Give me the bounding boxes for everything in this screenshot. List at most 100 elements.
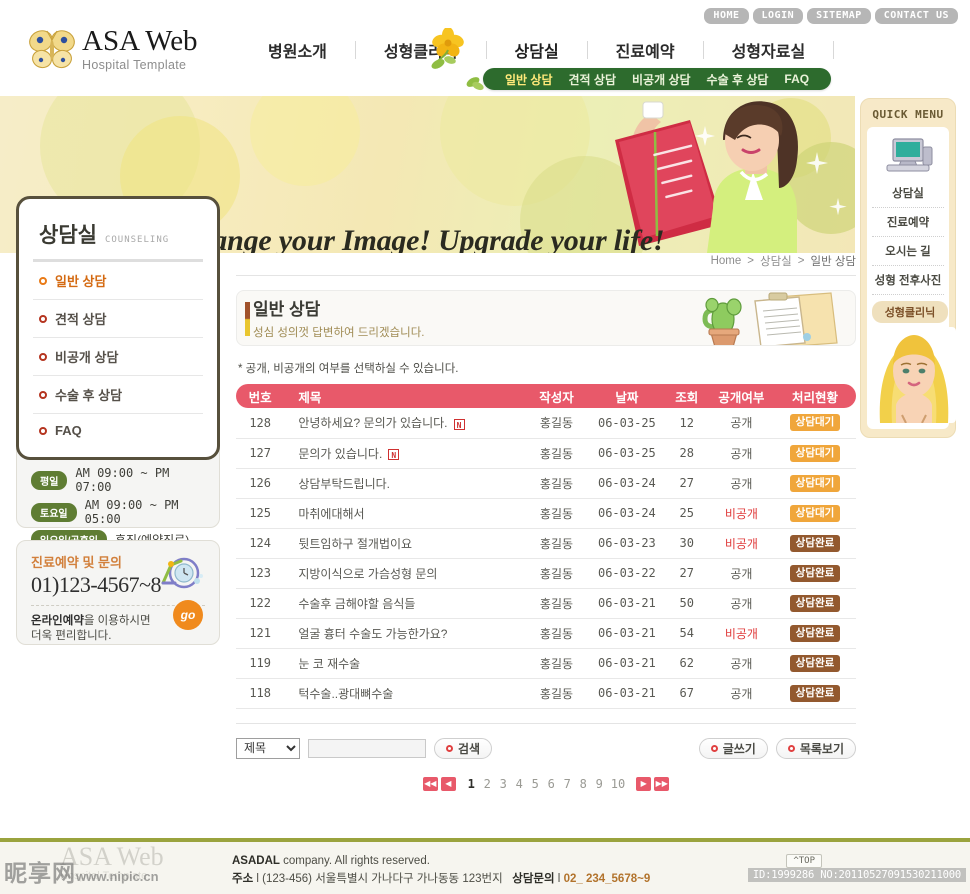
utility-link-contact[interactable]: CONTACT US: [875, 8, 958, 24]
post-title-link[interactable]: 문의가 있습니다.: [298, 447, 382, 461]
status-badge: 상담완료: [790, 655, 841, 672]
cell-title[interactable]: 문의가 있습니다.N: [284, 438, 524, 468]
subnav-item-general[interactable]: 일반 상담: [497, 71, 561, 88]
gnb-item-hospital[interactable]: 병원소개: [240, 38, 355, 62]
table-row[interactable]: 118턱수술..광대뼈수술홍길동06-03-2167공개상담완료: [236, 678, 856, 708]
subnav-item-postop[interactable]: 수술 후 상담: [699, 71, 777, 88]
post-title-link[interactable]: 안녕하세요? 문의가 있습니다.: [298, 416, 447, 430]
quick-link-counseling[interactable]: 상담실: [872, 179, 944, 208]
go-button[interactable]: go: [173, 600, 203, 630]
cell-date: 06-03-24: [589, 498, 665, 528]
lnb-item-private[interactable]: 비공개 상담: [33, 338, 203, 376]
post-title-link[interactable]: 마취에대해서: [298, 507, 364, 521]
gnb-item-reservation[interactable]: 진료예약: [588, 38, 703, 62]
table-row[interactable]: 122수술후 금해야할 음식들홍길동06-03-2150공개상담완료: [236, 588, 856, 618]
page-next-button[interactable]: ▶: [636, 777, 651, 791]
page-number[interactable]: 3: [497, 777, 510, 791]
lnb-label: 비공개 상담: [55, 347, 118, 366]
gnb-item-archive[interactable]: 성형자료실: [704, 38, 834, 62]
cell-hits: 12: [665, 408, 709, 438]
table-row[interactable]: 125마취에대해서홍길동06-03-2425비공개상담대기: [236, 498, 856, 528]
table-row[interactable]: 121얼굴 흉터 수술도 가능한가요?홍길동06-03-2154비공개상담완료: [236, 618, 856, 648]
gnb-item-counseling[interactable]: 상담실: [487, 38, 587, 62]
page-number[interactable]: 8: [577, 777, 590, 791]
breadcrumb-level1[interactable]: 상담실: [760, 253, 792, 269]
breadcrumb-home[interactable]: Home: [711, 255, 742, 267]
post-title-link[interactable]: 상담부탁드립니다.: [298, 477, 390, 491]
lnb-item-postop[interactable]: 수술 후 상담: [33, 376, 203, 414]
footer-inquiry-tel: 02_ 234_5678~9: [564, 873, 651, 885]
cell-writer: 홍길동: [524, 468, 589, 498]
subnav-item-estimate[interactable]: 견적 상담: [561, 71, 625, 88]
subnav-item-faq[interactable]: FAQ: [776, 72, 817, 86]
lnb-item-faq[interactable]: FAQ: [33, 414, 203, 447]
page-first-button[interactable]: ◀◀: [423, 777, 438, 791]
table-row[interactable]: 127문의가 있습니다.N홍길동06-03-2528공개상담대기: [236, 438, 856, 468]
cell-open: 공개: [709, 468, 774, 498]
quick-link-beforeafter[interactable]: 성형 전후사진: [872, 266, 944, 295]
post-title-link[interactable]: 눈 코 재수술: [298, 657, 360, 671]
search-button-label: 검색: [458, 740, 480, 757]
lnb-item-general[interactable]: 일반 상담: [33, 262, 203, 300]
lnb-item-estimate[interactable]: 견적 상담: [33, 300, 203, 338]
post-title-link[interactable]: 수술후 금해야할 음식들: [298, 597, 415, 611]
leaf-icon: [465, 70, 487, 92]
lnb-label: 수술 후 상담: [55, 385, 122, 404]
utility-link-sitemap[interactable]: SITEMAP: [807, 8, 871, 24]
page-number[interactable]: 2: [481, 777, 494, 791]
quick-menu-illustration: [872, 327, 956, 423]
search-field-select[interactable]: 제목내용작성자: [236, 738, 300, 759]
open-status-label: 공개: [730, 657, 752, 671]
cell-title[interactable]: 지방이식으로 가슴성형 문의: [284, 558, 524, 588]
post-title-link[interactable]: 뒷트임하구 절개법이요: [298, 537, 412, 551]
page-number[interactable]: 5: [529, 777, 542, 791]
cell-date: 06-03-21: [589, 618, 665, 648]
post-title-link[interactable]: 얼굴 흉터 수술도 가능한가요?: [298, 627, 447, 641]
subnav-item-private[interactable]: 비공개 상담: [624, 71, 699, 88]
page-number[interactable]: 9: [593, 777, 606, 791]
table-row[interactable]: 119눈 코 재수술홍길동06-03-2162공개상담완료: [236, 648, 856, 678]
cell-title[interactable]: 뒷트임하구 절개법이요: [284, 528, 524, 558]
wheelchair-clock-icon: [151, 549, 205, 591]
watermark-site: 昵享网www.nipic.cn: [4, 854, 159, 888]
cell-title[interactable]: 수술후 금해야할 음식들: [284, 588, 524, 618]
page-prev-button[interactable]: ◀: [441, 777, 456, 791]
utility-link-login[interactable]: LOGIN: [753, 8, 804, 24]
table-row[interactable]: 124뒷트임하구 절개법이요홍길동06-03-2330비공개상담완료: [236, 528, 856, 558]
scroll-to-top-button[interactable]: ^TOP: [786, 854, 822, 868]
page-last-button[interactable]: ▶▶: [654, 777, 669, 791]
quick-link-reservation[interactable]: 진료예약: [872, 208, 944, 237]
cell-title[interactable]: 눈 코 재수술: [284, 648, 524, 678]
search-input[interactable]: [308, 739, 426, 758]
post-title-link[interactable]: 지방이식으로 가슴성형 문의: [298, 567, 437, 581]
gnb-item-clinic[interactable]: 성형클리닉: [356, 38, 486, 62]
cell-title[interactable]: 턱수술..광대뼈수술: [284, 678, 524, 708]
page-number[interactable]: 4: [513, 777, 526, 791]
quick-link-directions[interactable]: 오시는 길: [872, 237, 944, 266]
cell-title[interactable]: 마취에대해서: [284, 498, 524, 528]
logo-title: ASA Web: [82, 26, 198, 56]
cell-date: 06-03-24: [589, 468, 665, 498]
cell-open: 공개: [709, 678, 774, 708]
post-title-link[interactable]: 턱수술..광대뼈수술: [298, 687, 393, 701]
cell-state: 상담완료: [774, 528, 856, 558]
cell-title[interactable]: 안녕하세요? 문의가 있습니다.N: [284, 408, 524, 438]
list-button[interactable]: 목록보기: [776, 738, 856, 759]
table-row[interactable]: 126상담부탁드립니다.홍길동06-03-2427공개상담대기: [236, 468, 856, 498]
table-row[interactable]: 128안녕하세요? 문의가 있습니다.N홍길동06-03-2512공개상담대기: [236, 408, 856, 438]
page-number[interactable]: 10: [609, 777, 627, 791]
page-number[interactable]: 6: [545, 777, 558, 791]
cell-title[interactable]: 상담부탁드립니다.: [284, 468, 524, 498]
cell-title[interactable]: 얼굴 흉터 수술도 가능한가요?: [284, 618, 524, 648]
table-row[interactable]: 123지방이식으로 가슴성형 문의홍길동06-03-2227공개상담완료: [236, 558, 856, 588]
cell-writer: 홍길동: [524, 588, 589, 618]
search-button[interactable]: 검색: [434, 738, 492, 759]
utility-link-home[interactable]: HOME: [704, 8, 748, 24]
page-number[interactable]: 1: [465, 777, 478, 791]
quick-pill-clinic[interactable]: 성형클리닉: [872, 301, 948, 323]
board-search-row: 제목내용작성자 검색 글쓰기 목록보기: [236, 723, 856, 761]
page-number[interactable]: 7: [561, 777, 574, 791]
site-logo[interactable]: ASA Web Hospital Template: [28, 26, 198, 72]
bullet-icon: [711, 745, 718, 752]
write-button[interactable]: 글쓰기: [699, 738, 768, 759]
